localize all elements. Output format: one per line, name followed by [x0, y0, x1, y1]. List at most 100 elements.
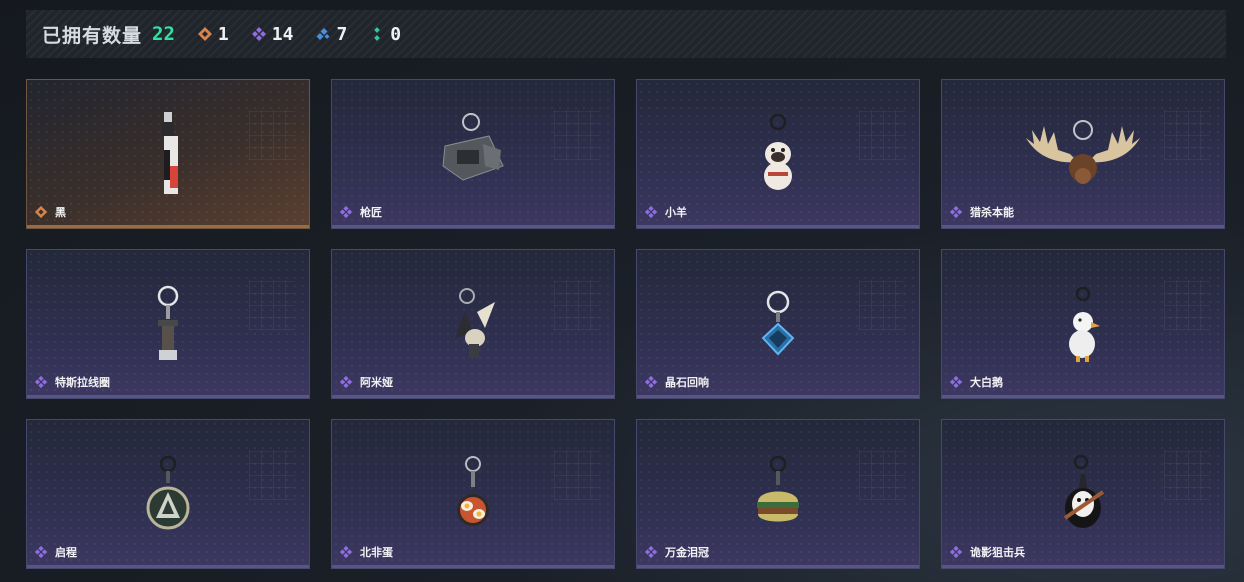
rarity-stat-blue: 7: [315, 24, 347, 45]
charm-grid: 黑 枪匠 小羊 猎杀本能 特斯拉线圈 阿米娅 晶石回响 大白鹅 启程 北非蛋 万…: [26, 79, 1226, 569]
purple-diamond-icon: [34, 545, 48, 559]
rarity-stat-green-count: 0: [390, 23, 402, 45]
rarity-stat-purple: 14: [251, 23, 294, 45]
charm-card-label: 大白鹅: [949, 374, 1003, 390]
charm-card-gunsmith[interactable]: 枪匠: [331, 79, 615, 229]
rarity-bar: [27, 225, 309, 228]
card-grid-decoration: [249, 280, 295, 330]
charm-name: 北非蛋: [360, 546, 393, 559]
charm-card-label: 猎杀本能: [949, 204, 1014, 220]
rarity-bar: [27, 565, 309, 568]
charm-card-label: 启程: [34, 544, 77, 560]
moose-antler-charm-icon: [1026, 120, 1140, 184]
charm-card-crystal-echo[interactable]: 晶石回响: [636, 249, 920, 399]
rarity-stat-purple-count: 14: [271, 23, 294, 45]
purple-diamond-icon: [251, 27, 266, 41]
charm-name: 晶石回响: [665, 376, 709, 389]
departure-medal-charm-icon: [146, 455, 190, 530]
charm-name: 黑: [55, 206, 66, 219]
charm-card-shakshuka[interactable]: 北非蛋: [331, 419, 615, 569]
charm-card-little-sheep[interactable]: 小羊: [636, 79, 920, 229]
shakshuka-pan-charm-icon: [457, 456, 489, 526]
gunsmith-charm-icon: [442, 113, 504, 181]
charm-card-golden-tear-crown[interactable]: 万金泪冠: [636, 419, 920, 569]
purple-diamond-icon: [339, 545, 353, 559]
owned-count-label: 已拥有数量: [42, 24, 143, 47]
green-dots-icon: [374, 27, 381, 41]
rarity-stat-blue-count: 7: [336, 23, 348, 45]
amiya-charm-icon: [455, 288, 495, 358]
charm-card-tesla-coil[interactable]: 特斯拉线圈: [26, 249, 310, 399]
little-sheep-charm-icon: [764, 113, 792, 190]
rarity-stat-green: 0: [369, 24, 401, 45]
charm-card-label: 黑: [34, 204, 66, 220]
charm-name: 阿米娅: [360, 376, 393, 389]
black-tag-charm-icon: [162, 112, 178, 194]
card-grid-decoration: [554, 280, 600, 330]
charm-card-departure[interactable]: 启程: [26, 419, 310, 569]
charm-name: 诡影狙击兵: [970, 546, 1025, 559]
blue-diamond-icon: [316, 28, 330, 40]
rarity-bar: [332, 565, 614, 568]
charm-card-black[interactable]: 黑: [26, 79, 310, 229]
charm-name: 万金泪冠: [665, 546, 709, 559]
charm-card-amiya[interactable]: 阿米娅: [331, 249, 615, 399]
purple-diamond-icon: [339, 205, 353, 219]
rarity-bar: [332, 225, 614, 228]
white-goose-charm-icon: [1069, 286, 1100, 362]
purple-diamond-icon: [644, 205, 658, 219]
charm-name: 猎杀本能: [970, 206, 1014, 219]
purple-diamond-icon: [949, 205, 963, 219]
rarity-stat-orange: 1: [197, 24, 229, 45]
charm-card-label: 特斯拉线圈: [34, 374, 110, 390]
purple-diamond-icon: [34, 375, 48, 389]
inventory-summary-bar: 已拥有数量 22 1 14 7 0: [26, 10, 1226, 58]
card-grid-decoration: [249, 110, 295, 160]
owned-count-value: 22: [152, 23, 175, 45]
orange-diamond-icon: [34, 205, 48, 219]
charm-card-label: 晶石回响: [644, 374, 709, 390]
rarity-bar: [637, 395, 919, 398]
golden-burger-charm-icon: [757, 455, 799, 522]
card-grid-decoration: [1164, 280, 1210, 330]
card-grid-decoration: [1164, 450, 1210, 500]
rarity-bar: [332, 395, 614, 398]
rarity-bar: [942, 565, 1224, 568]
card-grid-decoration: [859, 280, 905, 330]
phantom-sniper-charm-icon: [1063, 454, 1105, 528]
charm-name: 特斯拉线圈: [55, 376, 110, 389]
charm-card-hunting-instinct[interactable]: 猎杀本能: [941, 79, 1225, 229]
rarity-bar: [637, 565, 919, 568]
card-grid-decoration: [859, 110, 905, 160]
purple-diamond-icon: [644, 545, 658, 559]
charm-card-white-goose[interactable]: 大白鹅: [941, 249, 1225, 399]
rarity-bar: [942, 395, 1224, 398]
charm-card-label: 枪匠: [339, 204, 382, 220]
rarity-stat-orange-count: 1: [217, 23, 229, 45]
charm-name: 小羊: [665, 206, 687, 219]
charm-name: 大白鹅: [970, 376, 1003, 389]
rarity-bar: [637, 225, 919, 228]
purple-diamond-icon: [949, 545, 963, 559]
card-grid-decoration: [1164, 110, 1210, 160]
charm-card-phantom-sniper[interactable]: 诡影狙击兵: [941, 419, 1225, 569]
purple-diamond-icon: [949, 375, 963, 389]
charm-card-label: 小羊: [644, 204, 687, 220]
charm-card-label: 阿米娅: [339, 374, 393, 390]
rarity-bar: [942, 225, 1224, 228]
card-grid-decoration: [249, 450, 295, 500]
crystal-echo-charm-icon: [761, 290, 795, 356]
orange-diamond-icon: [197, 27, 212, 41]
card-grid-decoration: [859, 450, 905, 500]
card-grid-decoration: [554, 110, 600, 160]
charm-card-label: 北非蛋: [339, 544, 393, 560]
purple-diamond-icon: [644, 375, 658, 389]
charm-name: 启程: [55, 546, 77, 559]
charm-name: 枪匠: [360, 206, 382, 219]
charm-card-label: 诡影狙击兵: [949, 544, 1025, 560]
card-grid-decoration: [554, 450, 600, 500]
charm-card-label: 万金泪冠: [644, 544, 709, 560]
purple-diamond-icon: [339, 375, 353, 389]
rarity-bar: [27, 395, 309, 398]
tesla-coil-charm-icon: [157, 285, 179, 360]
